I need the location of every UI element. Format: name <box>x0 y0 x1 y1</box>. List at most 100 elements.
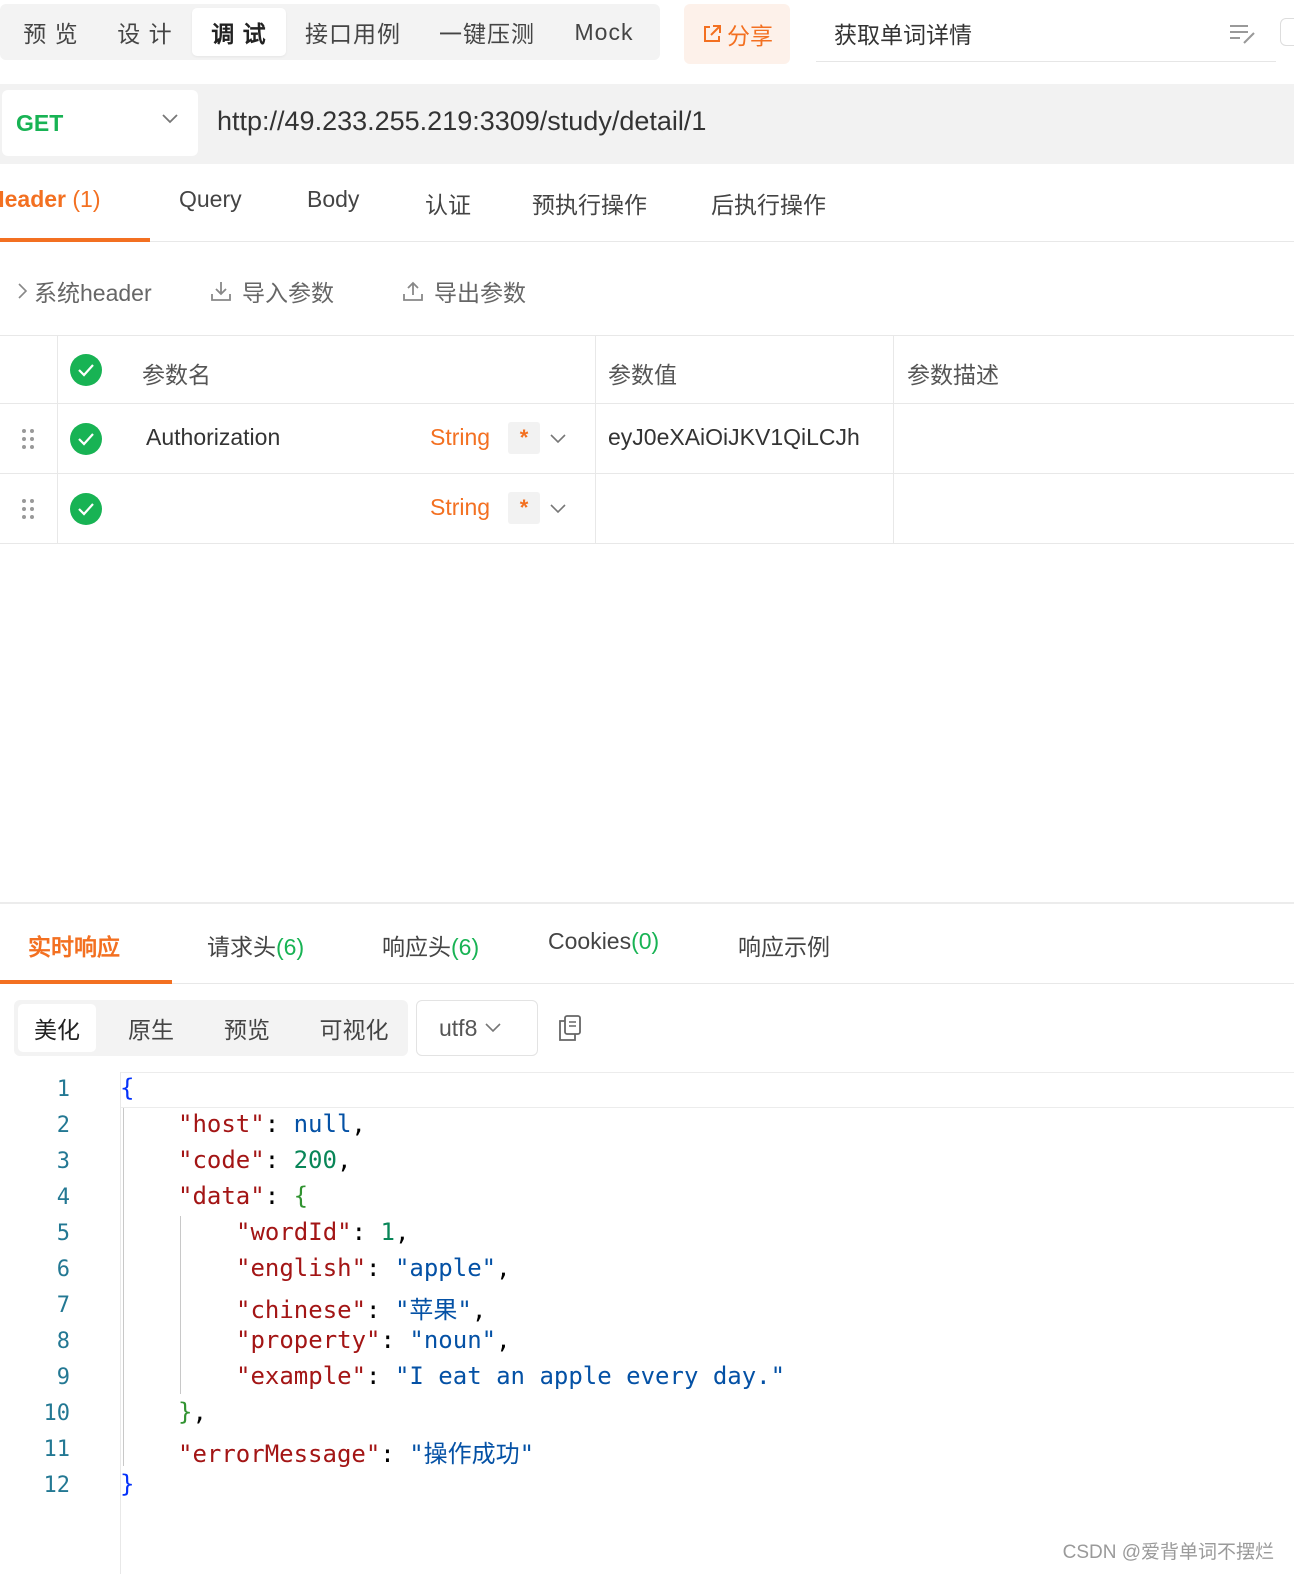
tab-api-cases[interactable]: 接口用例 <box>286 8 420 56</box>
tab-body[interactable]: Body <box>307 186 359 213</box>
check-icon <box>78 503 94 516</box>
param-type-select[interactable]: String <box>430 494 490 521</box>
tab-debug[interactable]: 调 试 <box>192 8 286 56</box>
line-number: 5 <box>56 1221 70 1246</box>
encoding-value: utf8 <box>439 1014 478 1041</box>
indent-guide <box>180 1216 181 1394</box>
tab-header-count: (1) <box>72 186 101 212</box>
column-divider <box>893 404 894 473</box>
tab-design[interactable]: 设 计 <box>98 8 192 56</box>
json-key: "property" <box>236 1326 381 1354</box>
line-number: 11 <box>43 1437 71 1462</box>
chevron-right-icon <box>18 283 28 299</box>
method-value: GET <box>16 109 64 136</box>
format-raw[interactable]: 原生 <box>110 1004 192 1052</box>
param-value-input[interactable]: eyJ0eXAiOiJKV1QiLCJh <box>608 424 860 451</box>
code-line: "code": 200, <box>178 1146 352 1174</box>
chevron-down-icon[interactable] <box>550 434 566 444</box>
format-visual[interactable]: 可视化 <box>304 1004 404 1052</box>
format-pretty[interactable]: 美化 <box>18 1004 96 1052</box>
copy-icon[interactable] <box>558 1014 582 1042</box>
required-toggle[interactable]: * <box>508 422 540 454</box>
tab-preview[interactable]: 预 览 <box>4 8 98 56</box>
system-header-toggle[interactable]: 系统header <box>18 274 152 308</box>
upload-icon <box>403 281 423 301</box>
json-value: "苹果" <box>394 1296 472 1324</box>
import-params-button[interactable]: 导入参数 <box>210 274 334 308</box>
code-line: "errorMessage": "操作成功" <box>178 1440 535 1468</box>
line-number: 3 <box>56 1149 70 1174</box>
drag-handle-icon[interactable] <box>20 428 36 450</box>
json-key: "data" <box>178 1182 265 1210</box>
url-input[interactable]: http://49.233.255.219:3309/study/detail/… <box>217 106 706 137</box>
tab-response-headers[interactable]: 响应头(6) <box>382 928 479 962</box>
response-tabs: 实时响应 请求头(6) 响应头(6) Cookies(0) 响应示例 <box>0 904 1294 984</box>
code-line: { <box>120 1074 135 1102</box>
required-toggle[interactable]: * <box>508 492 540 524</box>
table-row: String * <box>0 474 1294 544</box>
json-key: "english" <box>236 1254 367 1282</box>
param-type-select[interactable]: String <box>430 424 490 451</box>
encoding-select[interactable]: utf8 <box>416 1000 538 1056</box>
code-line: "data": { <box>178 1182 309 1210</box>
api-name-field[interactable]: 获取单词详情 <box>816 4 1276 62</box>
json-key: "example" <box>236 1362 367 1390</box>
chevron-down-icon[interactable] <box>550 504 566 514</box>
tab-auth[interactable]: 认证 <box>425 186 471 220</box>
column-divider <box>595 336 596 403</box>
param-name-input[interactable]: Authorization <box>146 424 280 451</box>
tab-cookies-label: Cookies <box>548 928 632 954</box>
tab-cookies-count: (0) <box>631 928 660 954</box>
json-value: 200 <box>293 1146 337 1174</box>
line-number: 12 <box>43 1473 71 1498</box>
format-preview[interactable]: 预览 <box>206 1004 288 1052</box>
chevron-down-icon <box>485 1023 501 1033</box>
share-button[interactable]: 分享 <box>684 4 790 64</box>
request-tabs: Header (1) Query Body 认证 预执行操作 后执行操作 <box>0 164 1294 242</box>
tab-header-label: Header <box>0 186 66 212</box>
column-param-value: 参数值 <box>608 362 677 388</box>
select-all-checkbox[interactable] <box>70 354 102 386</box>
indent-guide <box>123 1108 124 1466</box>
edit-notes-icon[interactable] <box>1228 22 1258 46</box>
column-divider <box>57 336 58 403</box>
export-params-label: 导出参数 <box>434 280 526 306</box>
line-number: 8 <box>56 1329 70 1354</box>
tab-response-headers-count: (6) <box>451 934 480 960</box>
tab-pre-script[interactable]: 预执行操作 <box>532 186 647 220</box>
tab-realtime-response[interactable]: 实时响应 <box>28 928 120 962</box>
tab-header[interactable]: Header (1) <box>0 186 101 213</box>
share-icon <box>704 25 721 42</box>
tab-post-script[interactable]: 后执行操作 <box>711 186 826 220</box>
json-value: "apple" <box>394 1254 497 1282</box>
line-number: 2 <box>56 1113 70 1138</box>
json-value: null <box>293 1110 352 1138</box>
column-divider <box>893 474 894 543</box>
tab-request-headers-count: (6) <box>276 934 305 960</box>
row-enabled-checkbox[interactable] <box>70 493 102 525</box>
check-icon <box>78 433 94 446</box>
row-enabled-checkbox[interactable] <box>70 423 102 455</box>
tab-query[interactable]: Query <box>179 186 242 213</box>
tab-cookies[interactable]: Cookies(0) <box>548 928 659 955</box>
method-select[interactable]: GET <box>2 90 198 156</box>
export-params-button[interactable]: 导出参数 <box>402 274 526 308</box>
code-line: "wordId": 1, <box>236 1218 410 1246</box>
tab-mock[interactable]: Mock <box>554 8 654 56</box>
table-header-row: 参数名 参数值 参数描述 <box>0 336 1294 404</box>
check-icon <box>78 364 94 377</box>
column-param-name: 参数名 <box>142 362 211 388</box>
request-url-bar: GET http://49.233.255.219:3309/study/det… <box>0 84 1294 164</box>
tab-response-example[interactable]: 响应示例 <box>738 928 830 962</box>
column-divider <box>57 474 58 543</box>
table-row: Authorization String * eyJ0eXAiOiJKV1QiL… <box>0 404 1294 474</box>
tab-request-headers[interactable]: 请求头(6) <box>207 928 304 962</box>
json-value: "操作成功" <box>409 1440 535 1468</box>
response-body-editor[interactable]: 1 2 3 4 5 6 7 8 9 10 11 12 { "host": nul… <box>0 1072 1294 1574</box>
code-line: }, <box>178 1398 207 1426</box>
code-line: "host": null, <box>178 1110 366 1138</box>
current-line-highlight <box>121 1072 1294 1108</box>
chevron-down-icon <box>162 114 178 124</box>
tab-stress-test[interactable]: 一键压测 <box>420 8 554 56</box>
drag-handle-icon[interactable] <box>20 498 36 520</box>
